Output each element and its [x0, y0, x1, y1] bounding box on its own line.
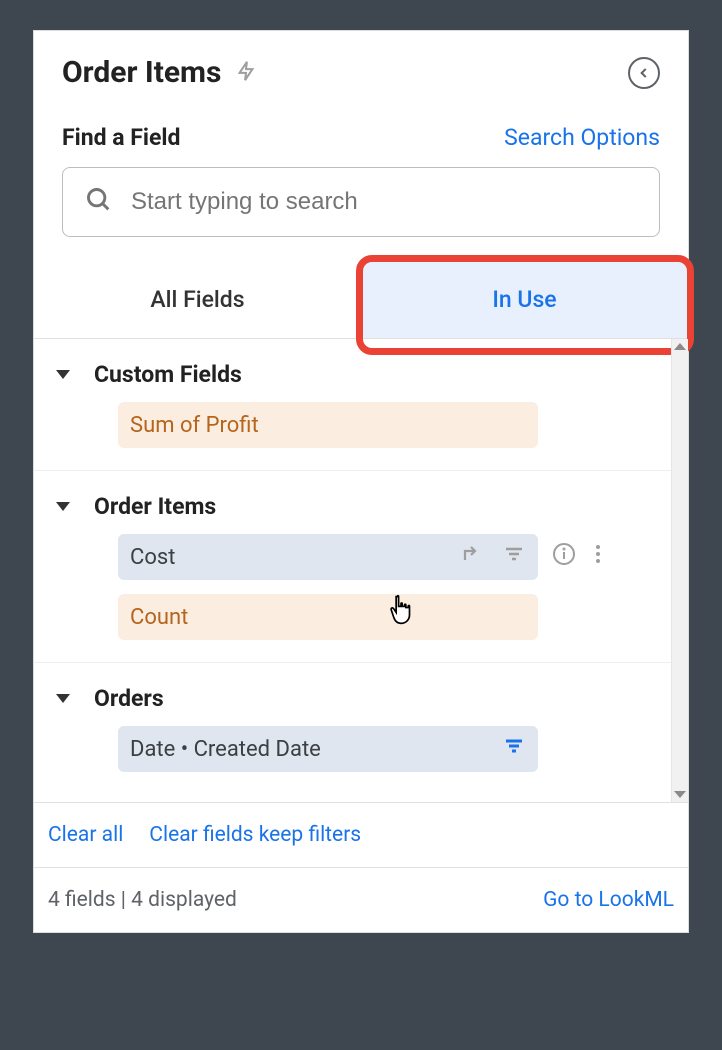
field-cost[interactable]: Cost	[118, 534, 538, 580]
field-label: Sum of Profit	[130, 413, 526, 438]
field-group: Orders Date • Created Date	[34, 663, 688, 794]
go-to-lookml-link[interactable]: Go to LookML	[543, 888, 674, 912]
scroll-up-icon[interactable]	[674, 343, 686, 350]
scroll-down-icon[interactable]	[674, 791, 686, 798]
group-name: Custom Fields	[94, 361, 242, 388]
tab-in-use[interactable]: In Use	[361, 261, 688, 338]
tab-all-fields[interactable]: All Fields	[34, 261, 361, 338]
search-icon	[85, 186, 113, 218]
field-row-actions	[538, 534, 602, 580]
group-name: Orders	[94, 685, 164, 712]
field-list: Custom Fields Sum of Profit Order Items …	[34, 339, 688, 802]
field-group: Custom Fields Sum of Profit	[34, 339, 688, 471]
field-label: Count	[130, 605, 526, 630]
search-header: Find a Field Search Options	[34, 106, 688, 161]
field-date-created-date[interactable]: Date • Created Date	[118, 726, 538, 772]
panel-header: Order Items	[34, 31, 688, 106]
field-label: Date • Created Date	[130, 737, 502, 762]
field-group: Order Items Cost	[34, 471, 688, 663]
filter-active-icon[interactable]	[502, 734, 526, 764]
scrollbar[interactable]	[671, 339, 688, 802]
group-header-custom-fields[interactable]: Custom Fields	[34, 361, 688, 388]
search-input[interactable]	[131, 188, 637, 216]
clear-fields-keep-filters-link[interactable]: Clear fields keep filters	[149, 823, 361, 847]
group-header-orders[interactable]: Orders	[34, 685, 688, 712]
field-count[interactable]: Count	[118, 594, 538, 640]
kebab-menu-icon[interactable]	[594, 542, 602, 572]
filter-icon[interactable]	[502, 542, 526, 572]
clear-all-link[interactable]: Clear all	[48, 823, 123, 847]
quick-start-icon[interactable]	[235, 56, 257, 90]
search-box[interactable]	[62, 167, 660, 237]
tabs: All Fields In Use	[34, 261, 688, 339]
panel-title: Order Items	[62, 55, 221, 90]
find-field-label: Find a Field	[62, 124, 180, 151]
chevron-down-icon	[56, 370, 70, 379]
chevron-down-icon	[56, 502, 70, 511]
field-picker-panel: Order Items Find a Field Search Options …	[33, 30, 689, 933]
status-bar: 4 fields | 4 displayed Go to LookML	[34, 867, 688, 932]
pivot-icon[interactable]	[460, 542, 484, 572]
group-header-order-items[interactable]: Order Items	[34, 493, 688, 520]
field-count-status: 4 fields | 4 displayed	[48, 888, 237, 912]
footer-links: Clear all Clear fields keep filters	[34, 802, 688, 867]
group-name: Order Items	[94, 493, 216, 520]
info-icon[interactable]	[552, 542, 576, 572]
collapse-panel-button[interactable]	[628, 57, 660, 89]
search-options-link[interactable]: Search Options	[504, 124, 660, 151]
field-label: Cost	[130, 545, 460, 570]
field-sum-of-profit[interactable]: Sum of Profit	[118, 402, 538, 448]
chevron-down-icon	[56, 694, 70, 703]
